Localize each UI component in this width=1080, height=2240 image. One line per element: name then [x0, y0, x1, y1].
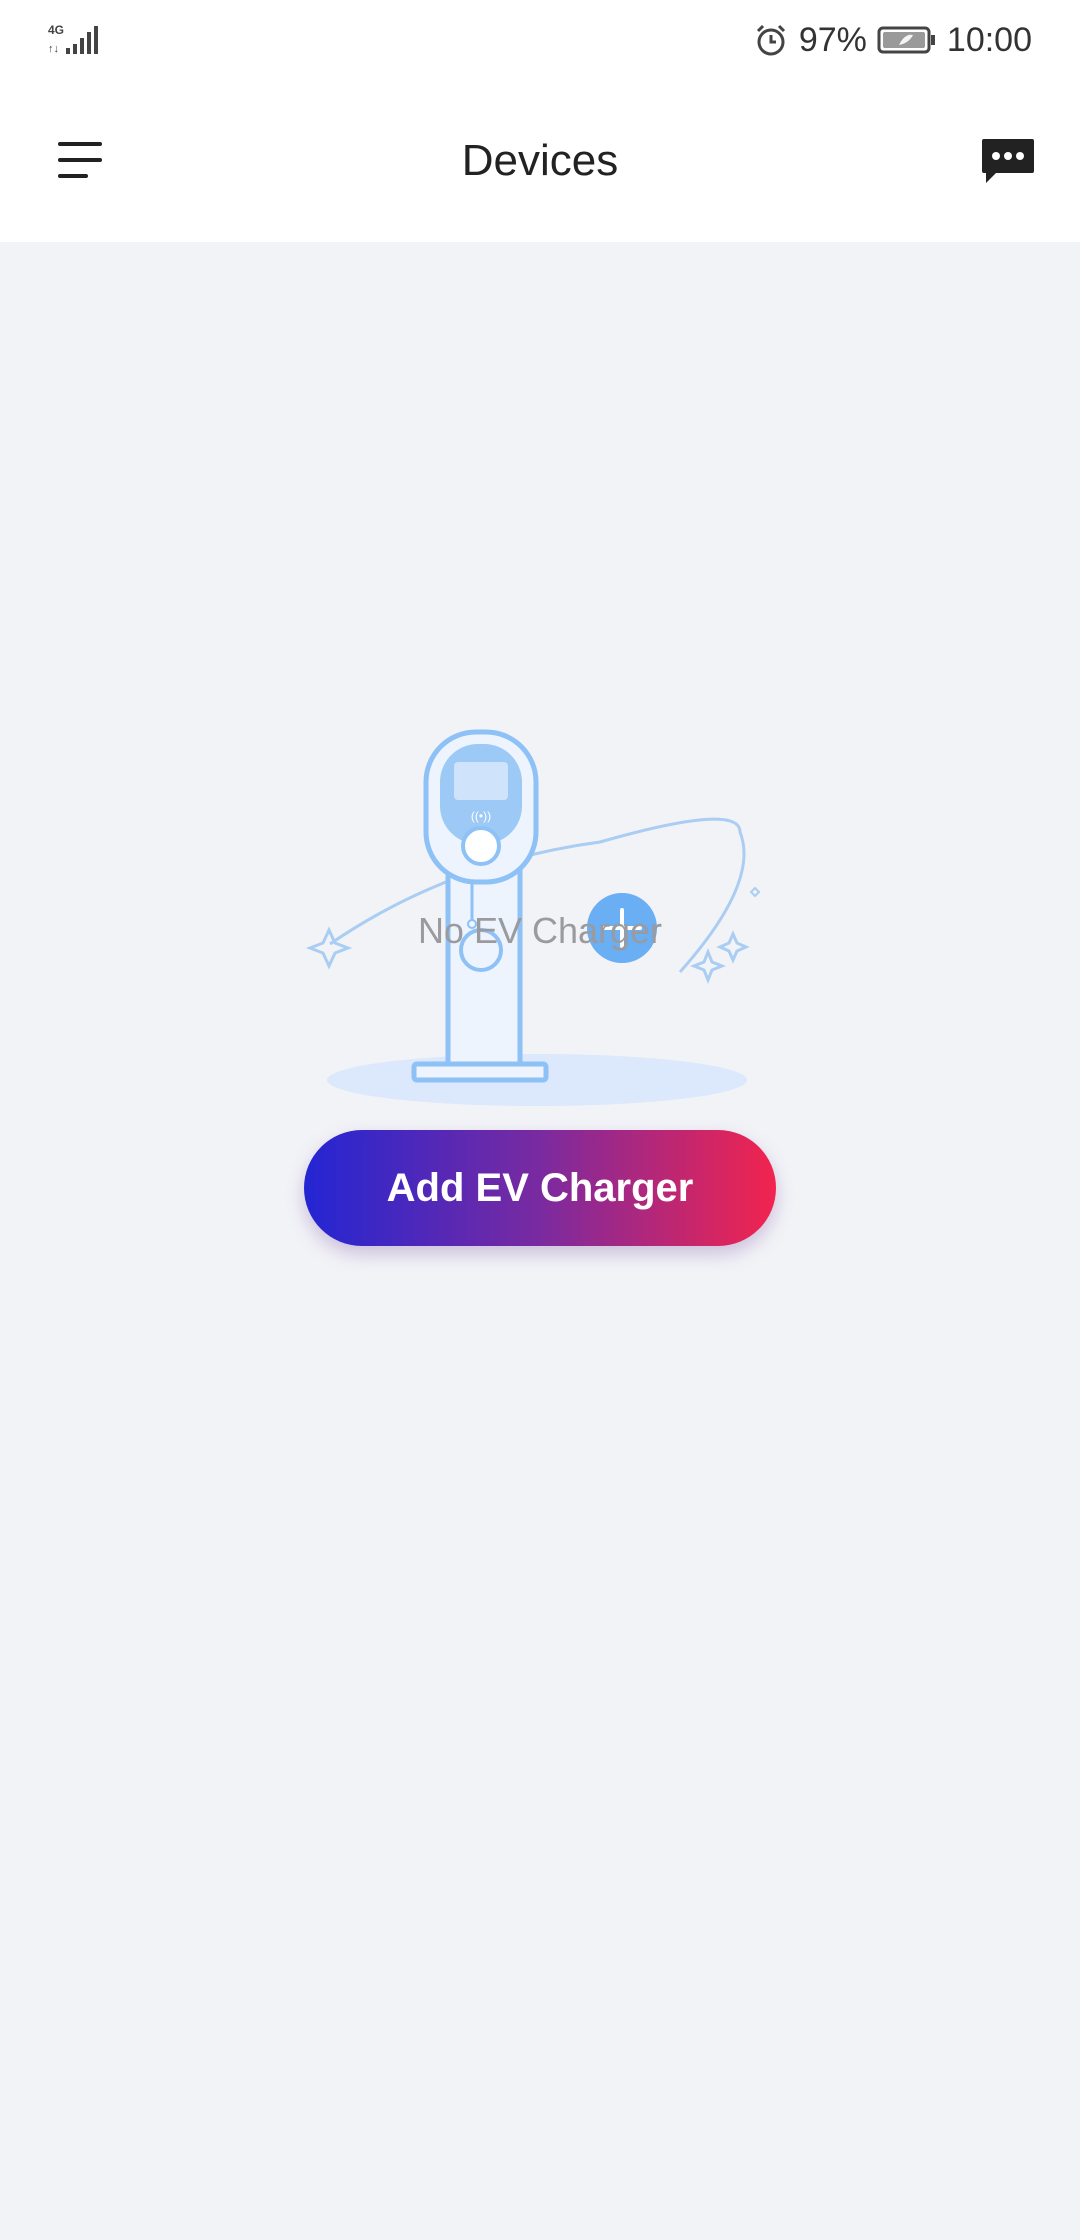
status-time: 10:00 [946, 20, 1032, 59]
signal-icon: 4G ↑↓ [48, 23, 98, 55]
battery-percent: 97% [798, 20, 867, 59]
app-bar: Devices [0, 80, 1080, 242]
add-ev-charger-button[interactable]: Add EV Charger [304, 1130, 776, 1246]
message-icon [982, 139, 1034, 183]
svg-text:((•)): ((•)) [471, 809, 491, 823]
alarm-icon [756, 24, 785, 56]
ev-charger-illustration: ((•)) [305, 729, 761, 1106]
network-type-label: 4G [48, 23, 64, 37]
message-button[interactable] [966, 120, 1050, 200]
empty-state-text: No EV Charger [417, 910, 663, 951]
page-title: Devices [461, 136, 619, 185]
status-bar: 4G ↑↓ 97% 10:00 [0, 0, 1080, 80]
status-right: 97% 10:00 [753, 18, 1032, 62]
devices-content: ((•)) No EV Charger Add EV Charger [0, 242, 1080, 2240]
svg-text:↑↓: ↑↓ [48, 43, 59, 55]
battery-icon [877, 26, 935, 54]
